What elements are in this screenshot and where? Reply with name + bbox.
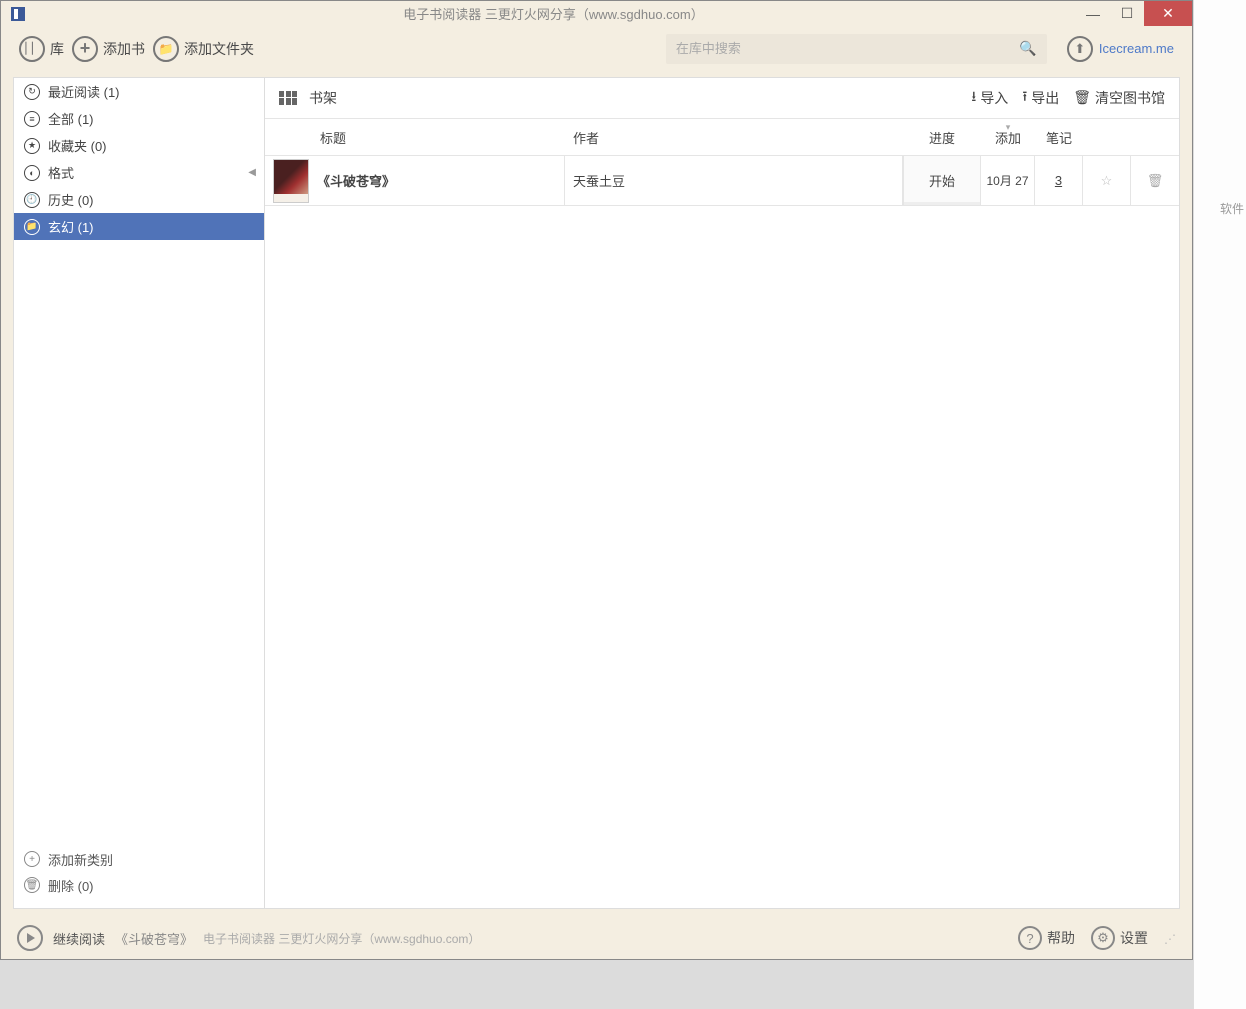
- minimize-button[interactable]: —: [1076, 1, 1110, 26]
- book-row[interactable]: 《斗破苍穹》天蚕土豆开始10月 273☆🗑: [265, 156, 1179, 206]
- status-current-book: 《斗破苍穹》: [115, 929, 193, 948]
- clear-label: 清空图书馆: [1095, 88, 1165, 108]
- chevron-left-icon: ◀: [248, 167, 256, 178]
- main-toolbar: 库 添加书 添加文件夹 🔍 ⬆ Icecream.me: [1, 26, 1192, 71]
- column-headers: 标题 作者 进度 ▾添加 笔记: [265, 118, 1179, 156]
- sidebar-item-label: 收藏夹 (0): [48, 136, 107, 155]
- import-icon: ⭳: [971, 86, 976, 110]
- sidebar-item-icon: 🕘: [24, 192, 40, 208]
- sidebar-item-3[interactable]: ◐ 格式 ◀: [14, 159, 264, 186]
- plus-small-icon: +: [24, 851, 40, 867]
- progress-button[interactable]: 开始: [903, 156, 981, 205]
- account-icon: ⬆: [1067, 36, 1093, 62]
- col-notes[interactable]: 笔记: [1035, 128, 1083, 147]
- add-category-label: 添加新类别: [48, 850, 113, 869]
- window-title: 电子书阅读器 三更灯火网分享（www.sgdhuo.com）: [31, 4, 1076, 23]
- sidebar-item-icon: ★: [24, 138, 40, 154]
- help-icon: ?: [1018, 926, 1042, 950]
- col-title[interactable]: 标题: [265, 128, 565, 147]
- shelf-label: 书架: [309, 88, 337, 108]
- maximize-button[interactable]: ☐: [1110, 1, 1144, 26]
- close-button[interactable]: ✕: [1144, 1, 1192, 26]
- account-link: Icecream.me: [1099, 41, 1174, 56]
- sidebar-item-1[interactable]: ≡ 全部 (1): [14, 105, 264, 132]
- search-box[interactable]: 🔍: [666, 34, 1047, 64]
- library-icon: [19, 36, 45, 62]
- help-label: 帮助: [1047, 928, 1075, 948]
- export-icon: ⭱: [1022, 86, 1027, 110]
- book-list: 《斗破苍穹》天蚕土豆开始10月 273☆🗑: [265, 156, 1179, 206]
- clear-library-button[interactable]: 🗑清空图书馆: [1073, 86, 1165, 110]
- account-button[interactable]: ⬆ Icecream.me: [1067, 36, 1174, 62]
- book-title: 《斗破苍穹》: [309, 156, 565, 205]
- search-input[interactable]: [676, 41, 1020, 56]
- book-cover[interactable]: [273, 159, 309, 203]
- book-notes-link[interactable]: 3: [1035, 156, 1083, 205]
- sidebar-item-label: 玄幻 (1): [48, 217, 94, 236]
- folder-plus-icon: [153, 36, 179, 62]
- delete-label: 删除 (0): [48, 876, 94, 895]
- col-author[interactable]: 作者: [565, 128, 903, 147]
- main-area: ↻ 最近阅读 (1) ≡ 全部 (1) ★ 收藏夹 (0) ◐ 格式 ◀ 🕘 历史 (0) 📁 玄幻 (…: [1, 71, 1192, 917]
- add-folder-button[interactable]: 添加文件夹: [153, 36, 254, 62]
- sidebar-footer: + 添加新类别 🗑 删除 (0): [14, 840, 264, 908]
- sidebar-item-2[interactable]: ★ 收藏夹 (0): [14, 132, 264, 159]
- export-label: 导出: [1031, 88, 1059, 108]
- sidebar-item-icon: ◐: [24, 165, 40, 181]
- add-category-button[interactable]: + 添加新类别: [24, 846, 254, 872]
- settings-label: 设置: [1120, 928, 1148, 948]
- add-folder-label: 添加文件夹: [184, 39, 254, 59]
- sidebar-item-5[interactable]: 📁 玄幻 (1): [14, 213, 264, 240]
- sidebar-item-4[interactable]: 🕘 历史 (0): [14, 186, 264, 213]
- sidebar-item-label: 历史 (0): [48, 190, 94, 209]
- continue-reading-button[interactable]: [17, 925, 43, 951]
- status-subtitle: 电子书阅读器 三更灯火网分享（www.sgdhuo.com）: [203, 930, 480, 947]
- sidebar-item-label: 最近阅读 (1): [48, 82, 120, 101]
- delete-button[interactable]: 🗑 删除 (0): [24, 872, 254, 898]
- sidebar: ↻ 最近阅读 (1) ≡ 全部 (1) ★ 收藏夹 (0) ◐ 格式 ◀ 🕘 历史 (0) 📁 玄幻 (…: [13, 77, 265, 909]
- library-label: 库: [50, 39, 64, 59]
- background-strip: 软件: [1193, 0, 1246, 1009]
- sidebar-item-label: 格式: [48, 163, 74, 182]
- delete-book-button[interactable]: 🗑: [1131, 156, 1179, 205]
- import-button[interactable]: ⭳导入: [971, 86, 1008, 110]
- book-author: 天蚕土豆: [565, 156, 903, 205]
- trash-icon: 🗑: [1073, 89, 1091, 106]
- trash-small-icon: 🗑: [24, 877, 40, 893]
- sidebar-list: ↻ 最近阅读 (1) ≡ 全部 (1) ★ 收藏夹 (0) ◐ 格式 ◀ 🕘 历史 (0) 📁 玄幻 (…: [14, 78, 264, 840]
- resize-grip[interactable]: ⋰: [1164, 932, 1176, 944]
- search-icon[interactable]: 🔍: [1019, 40, 1036, 57]
- col-added[interactable]: ▾添加: [981, 128, 1035, 147]
- sidebar-item-0[interactable]: ↻ 最近阅读 (1): [14, 78, 264, 105]
- add-book-label: 添加书: [103, 39, 145, 59]
- grid-view-icon[interactable]: [279, 91, 297, 105]
- content-panel: 书架 ⭳导入 ⭱导出 🗑清空图书馆 标题 作者 进度 ▾添加 笔记 《斗破苍穹》…: [265, 77, 1180, 909]
- sidebar-item-icon: ↻: [24, 84, 40, 100]
- library-button[interactable]: 库: [19, 36, 64, 62]
- col-progress[interactable]: 进度: [903, 128, 981, 147]
- sort-arrow-icon: ▾: [1006, 122, 1011, 133]
- titlebar[interactable]: 电子书阅读器 三更灯火网分享（www.sgdhuo.com） — ☐ ✕: [1, 1, 1192, 26]
- sidebar-item-icon: ≡: [24, 111, 40, 127]
- gear-icon: ⚙: [1091, 926, 1115, 950]
- help-button[interactable]: ? 帮助: [1018, 926, 1075, 950]
- book-added-date: 10月 27: [981, 156, 1035, 205]
- content-header: 书架 ⭳导入 ⭱导出 🗑清空图书馆: [265, 78, 1179, 118]
- plus-icon: [72, 36, 98, 62]
- app-window: 电子书阅读器 三更灯火网分享（www.sgdhuo.com） — ☐ ✕ 库 添…: [0, 0, 1193, 960]
- settings-button[interactable]: ⚙ 设置: [1091, 926, 1148, 950]
- import-label: 导入: [980, 88, 1008, 108]
- statusbar: 继续阅读 《斗破苍穹》 电子书阅读器 三更灯火网分享（www.sgdhuo.co…: [1, 917, 1192, 959]
- sidebar-item-icon: 📁: [24, 219, 40, 235]
- favorite-button[interactable]: ☆: [1083, 156, 1131, 205]
- continue-label: 继续阅读: [53, 929, 105, 948]
- window-controls: — ☐ ✕: [1076, 1, 1192, 26]
- app-icon: [11, 7, 25, 21]
- export-button[interactable]: ⭱导出: [1022, 86, 1059, 110]
- add-book-button[interactable]: 添加书: [72, 36, 145, 62]
- sidebar-item-label: 全部 (1): [48, 109, 94, 128]
- bg-label: 软件: [1220, 200, 1244, 217]
